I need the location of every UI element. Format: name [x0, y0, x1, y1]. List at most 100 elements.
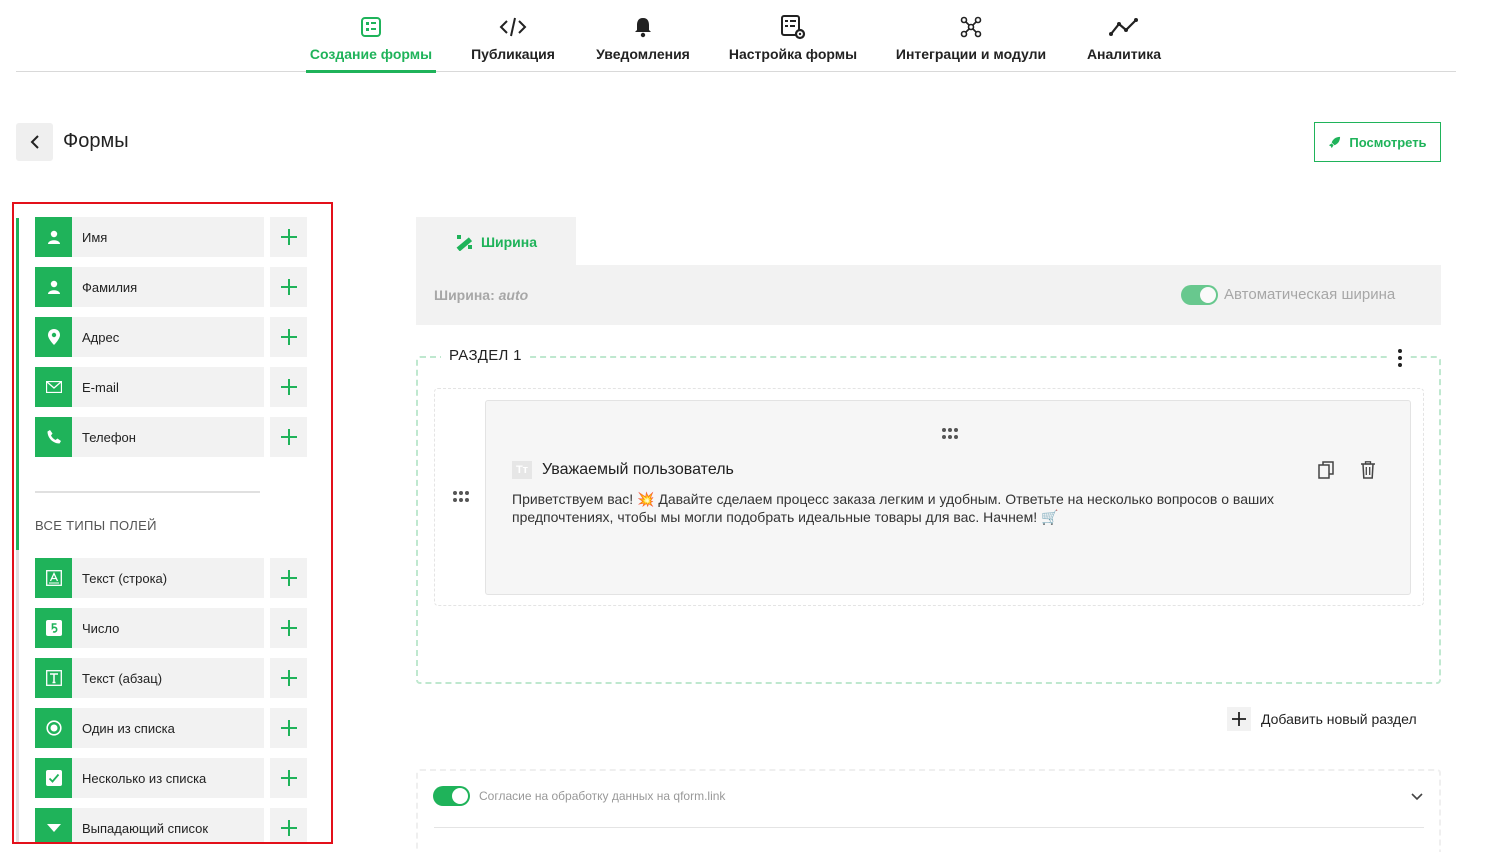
tab-label: Создание формы	[309, 46, 433, 62]
location-pin-icon	[35, 317, 72, 357]
plus-icon	[280, 720, 297, 736]
bell-icon	[633, 14, 653, 40]
add-email-button[interactable]	[270, 367, 307, 407]
tab-integrations[interactable]: Интеграции и модули	[892, 0, 1050, 72]
consent-label: Согласие на обработку данных на qform.li…	[479, 789, 726, 803]
plus-icon	[1227, 707, 1251, 731]
field-type-dropdown[interactable]: Выпадающий список	[35, 808, 264, 842]
plus-icon	[280, 670, 297, 686]
add-number-button[interactable]	[270, 608, 307, 648]
plus-icon	[280, 329, 297, 345]
dropdown-icon	[35, 808, 72, 842]
field-phone[interactable]: Телефон	[35, 417, 264, 457]
add-text-paragraph-button[interactable]	[270, 658, 307, 698]
top-navigation: Создание формы Публикация Уведомления На…	[16, 0, 1456, 73]
section-title: РАЗДЕЛ 1	[441, 347, 530, 364]
add-first-name-button[interactable]	[270, 217, 307, 257]
field-first-name[interactable]: Имя	[35, 217, 264, 257]
add-phone-button[interactable]	[270, 417, 307, 457]
add-dropdown-button[interactable]	[270, 808, 307, 842]
section-menu-button[interactable]	[1390, 347, 1410, 369]
field-type-single-choice[interactable]: Один из списка	[35, 708, 264, 748]
tab-analytics[interactable]: Аналитика	[1084, 0, 1164, 72]
field-type-number[interactable]: Число	[35, 608, 264, 648]
add-last-name-button[interactable]	[270, 267, 307, 307]
field-email[interactable]: E-mail	[35, 367, 264, 407]
field-last-name[interactable]: Фамилия	[35, 267, 264, 307]
user-icon	[35, 217, 72, 257]
field-label: E-mail	[82, 379, 119, 395]
add-address-button[interactable]	[270, 317, 307, 357]
trash-icon[interactable]	[1360, 461, 1376, 484]
tab-notifications[interactable]: Уведомления	[591, 0, 695, 72]
plus-icon	[280, 229, 297, 245]
field-palette: Имя Фамилия Адрес E-mail Телефон ВСЕ ТИП…	[12, 202, 333, 844]
preview-button-label: Посмотреть	[1349, 134, 1427, 150]
text-type-icon: Тт	[512, 461, 532, 479]
add-section-button[interactable]: Добавить новый раздел	[1227, 707, 1417, 731]
width-tab[interactable]: Ширина	[416, 217, 576, 266]
tab-label: Настройка формы	[728, 46, 858, 62]
code-icon	[499, 14, 527, 40]
rocket-icon	[1329, 136, 1341, 148]
back-button[interactable]	[16, 123, 53, 161]
text-block-card[interactable]: Тт Уважаемый пользователь Приветствуем в…	[485, 400, 1411, 595]
field-label: Выпадающий список	[82, 820, 209, 836]
chevron-left-icon	[30, 135, 39, 149]
copy-icon[interactable]	[1318, 461, 1334, 484]
field-label: Текст (строка)	[82, 570, 168, 586]
field-label: Телефон	[82, 429, 136, 445]
tab-label: Публикация	[471, 46, 555, 62]
width-value-label: Ширина: auto	[434, 287, 529, 303]
field-label: Имя	[82, 229, 108, 245]
field-label: Текст (абзац)	[82, 670, 163, 686]
field-label: Один из списка	[82, 720, 175, 736]
field-type-text-line[interactable]: Текст (строка)	[35, 558, 264, 598]
consent-toggle[interactable]	[433, 786, 470, 806]
field-type-text-paragraph[interactable]: Текст (абзац)	[35, 658, 264, 698]
form-list-icon	[360, 14, 382, 40]
add-section-label: Добавить новый раздел	[1261, 711, 1417, 727]
scroll-track	[16, 550, 19, 842]
tab-form-builder[interactable]: Создание формы	[306, 0, 436, 73]
tab-label: Аналитика	[1086, 46, 1162, 62]
palette-divider	[35, 491, 260, 493]
auto-width-toggle[interactable]	[1181, 285, 1218, 305]
plus-icon	[280, 620, 297, 636]
card-body-text: Приветствуем вас! 💥 Давайте сделаем проц…	[512, 491, 1275, 525]
user-icon	[35, 267, 72, 307]
tab-label: Уведомления	[596, 46, 690, 62]
number-icon	[35, 608, 72, 648]
analytics-icon	[1109, 14, 1139, 40]
field-label: Несколько из списка	[82, 770, 207, 786]
chevron-down-icon[interactable]	[1410, 789, 1424, 807]
plus-icon	[280, 379, 297, 395]
card-title: Уважаемый пользователь	[542, 461, 734, 478]
add-multiple-choice-button[interactable]	[270, 758, 307, 798]
text-line-icon	[35, 558, 72, 598]
field-label: Фамилия	[82, 279, 138, 295]
add-single-choice-button[interactable]	[270, 708, 307, 748]
plus-icon	[280, 570, 297, 586]
width-settings-bar: Ширина: auto Автоматическая ширина	[416, 265, 1441, 325]
row-drag-handle-icon[interactable]	[452, 490, 470, 504]
add-text-line-button[interactable]	[270, 558, 307, 598]
field-type-multiple-choice[interactable]: Несколько из списка	[35, 758, 264, 798]
page-title: Формы	[63, 130, 129, 152]
card-drag-handle-icon[interactable]	[940, 427, 960, 441]
form-settings-icon	[780, 14, 806, 40]
tab-form-settings[interactable]: Настройка формы	[726, 0, 860, 72]
checkbox-icon	[35, 758, 72, 798]
field-label: Адрес	[82, 329, 120, 345]
text-paragraph-icon	[35, 658, 72, 698]
scroll-indicator	[16, 218, 19, 550]
preview-button[interactable]: Посмотреть	[1314, 122, 1441, 162]
field-address[interactable]: Адрес	[35, 317, 264, 357]
envelope-icon	[35, 367, 72, 407]
ruler-pencil-icon	[456, 234, 473, 251]
radio-icon	[35, 708, 72, 748]
consent-section	[416, 769, 1441, 852]
consent-divider	[434, 827, 1424, 828]
auto-width-label: Автоматическая ширина	[1224, 286, 1396, 303]
tab-publication[interactable]: Публикация	[466, 0, 560, 72]
